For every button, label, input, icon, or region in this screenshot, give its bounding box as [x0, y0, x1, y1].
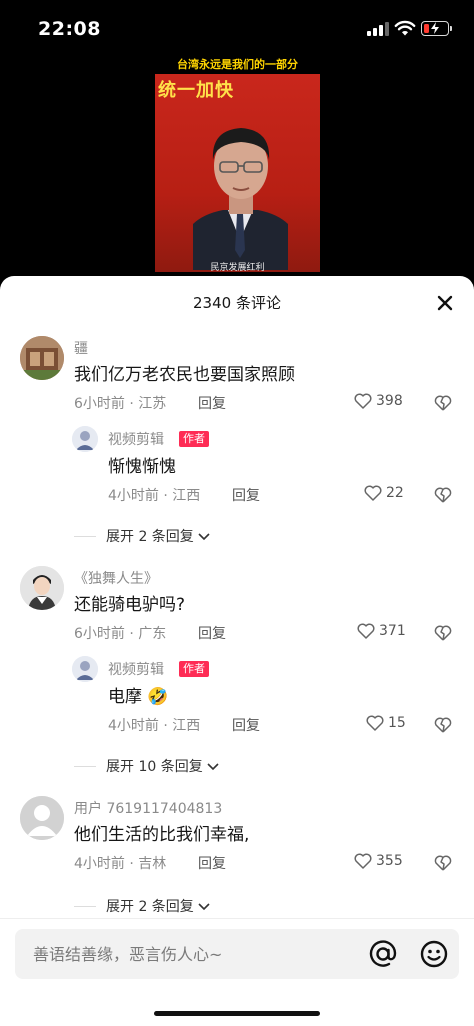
comment-input-bar: [0, 918, 474, 1026]
comment-input-container: [15, 929, 459, 979]
comment-username[interactable]: 《独舞人生》: [74, 568, 158, 588]
comment-text: 还能骑电驴吗?: [74, 595, 186, 615]
reply-text: 惭愧惭愧: [108, 457, 176, 477]
reply-username[interactable]: 视频剪辑: [108, 429, 164, 449]
reply-button[interactable]: 回复: [232, 715, 260, 735]
like-count: 22: [386, 485, 404, 501]
avatar[interactable]: [72, 426, 98, 452]
avatar[interactable]: [20, 566, 64, 610]
broken-heart-icon[interactable]: [433, 624, 453, 642]
status-time: 22:08: [38, 18, 101, 40]
signal-icon: [367, 22, 389, 36]
reply-button[interactable]: 回复: [198, 393, 226, 413]
like-count: 371: [379, 623, 406, 639]
video-caption-main: 统一加快: [158, 80, 234, 101]
battery-icon: [421, 21, 452, 36]
comment-item: 疆 我们亿万老农民也要国家照顾 6小时前 · 江苏 回复 398 视频剪辑 作者…: [0, 336, 474, 566]
expand-replies-button[interactable]: 展开 10 条回复: [74, 756, 220, 776]
comment-item: 《独舞人生》 还能骑电驴吗? 6小时前 · 广东 回复 371 视频剪辑 作者 …: [0, 566, 474, 796]
like-count: 355: [376, 853, 403, 869]
reply-username[interactable]: 视频剪辑: [108, 659, 164, 679]
like-button[interactable]: 398: [354, 393, 403, 409]
heart-icon: [364, 485, 382, 501]
like-button[interactable]: 371: [357, 623, 406, 639]
comments-count-title: 2340 条评论: [193, 294, 281, 312]
heart-icon: [354, 853, 372, 869]
heart-icon: [354, 393, 372, 409]
avatar[interactable]: [20, 796, 64, 840]
expand-replies-label: 展开 2 条回复: [106, 529, 194, 545]
emoji-icon[interactable]: [419, 939, 449, 969]
author-badge: 作者: [179, 661, 209, 677]
laughing-emoji-icon: 🤣: [147, 687, 169, 707]
comment-time-location: 6小时前 · 广东: [74, 626, 167, 642]
close-icon[interactable]: [434, 292, 456, 314]
comment-username[interactable]: 疆: [74, 338, 88, 358]
comment-time-location: 6小时前 · 江苏: [74, 396, 167, 412]
like-count: 15: [388, 715, 406, 731]
expand-replies-button[interactable]: 展开 2 条回复: [74, 896, 211, 916]
comment-text: 我们亿万老农民也要国家照顾: [74, 365, 295, 385]
reply-time-location: 4小时前 · 江西: [108, 488, 201, 504]
home-indicator[interactable]: [154, 1011, 320, 1016]
reply-button[interactable]: 回复: [198, 853, 226, 873]
comment-input[interactable]: [33, 929, 353, 979]
expand-replies-label: 展开 10 条回复: [106, 759, 203, 775]
avatar[interactable]: [72, 656, 98, 682]
broken-heart-icon[interactable]: [433, 716, 453, 734]
comment-username[interactable]: 用户 7619117404813: [74, 798, 222, 818]
author-badge: 作者: [179, 431, 209, 447]
reply-text-body: 电摩: [108, 687, 142, 707]
comment-time-location: 4小时前 · 吉林: [74, 856, 167, 872]
expand-replies-button[interactable]: 展开 2 条回复: [74, 526, 211, 546]
reply-time-location: 4小时前 · 江西: [108, 718, 201, 734]
video-player[interactable]: 台湾永远是我们的一部分 统一加快 民京发展红利: [155, 52, 320, 272]
broken-heart-icon[interactable]: [433, 394, 453, 412]
chevron-down-icon: [198, 533, 210, 541]
wifi-icon: [394, 20, 416, 36]
reply-button[interactable]: 回复: [198, 623, 226, 643]
at-icon[interactable]: [368, 939, 398, 969]
broken-heart-icon[interactable]: [433, 854, 453, 872]
like-button[interactable]: 15: [366, 715, 406, 731]
comments-sheet: 2340 条评论 疆 我们亿万老农民也要国家照顾 6小时前 · 江苏 回复 39…: [0, 276, 474, 1026]
video-caption-bottom: 民京发展红利: [210, 263, 265, 272]
reply-text: 电摩 🤣: [108, 682, 169, 707]
avatar[interactable]: [20, 336, 64, 380]
chevron-down-icon: [198, 903, 210, 911]
like-button[interactable]: 22: [364, 485, 404, 501]
video-caption-top: 台湾永远是我们的一部分: [177, 58, 298, 71]
speaker-image: [193, 128, 288, 270]
broken-heart-icon[interactable]: [433, 486, 453, 504]
heart-icon: [366, 715, 384, 731]
expand-replies-label: 展开 2 条回复: [106, 899, 194, 915]
heart-icon: [357, 623, 375, 639]
comment-text: 他们生活的比我们幸福,: [74, 825, 250, 845]
like-button[interactable]: 355: [354, 853, 403, 869]
like-count: 398: [376, 393, 403, 409]
status-bar: 22:08: [0, 0, 474, 56]
chevron-down-icon: [207, 763, 219, 771]
reply-button[interactable]: 回复: [232, 485, 260, 505]
